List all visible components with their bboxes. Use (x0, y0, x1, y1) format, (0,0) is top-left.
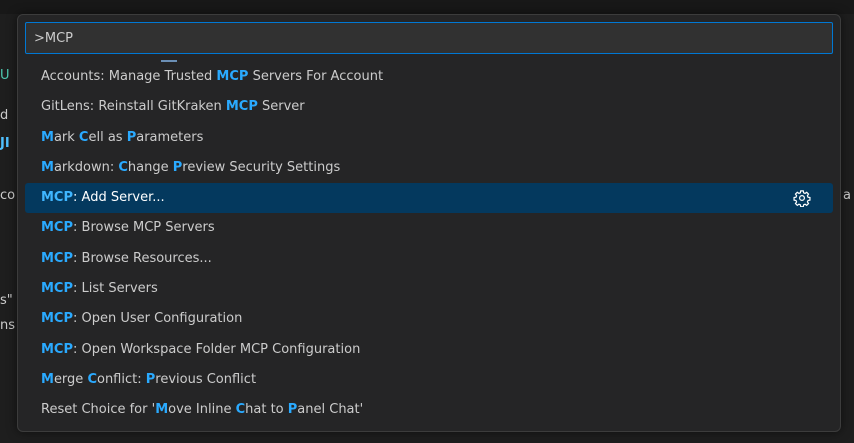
command-label: Accounts: Manage Trusted MCP Servers For… (41, 69, 383, 84)
editor-fragment: JI (0, 136, 10, 151)
match-highlight: P (126, 129, 137, 145)
label-text: review Security Settings (182, 159, 341, 175)
editor-fragment: s" (0, 293, 13, 308)
label-text: : Browse MCP Servers (73, 220, 215, 236)
label-text: anel Chat' (297, 402, 364, 418)
match-highlight: MCP (225, 99, 258, 115)
label-text: hange (127, 159, 173, 175)
label-text: Servers For Account (248, 69, 384, 84)
command-item[interactable]: GitLens: Reinstall GitKraken MCP Server (25, 92, 833, 122)
command-item[interactable]: MCP: Open Workspace Folder MCP Configura… (25, 335, 833, 365)
match-highlight: MCP (216, 69, 249, 84)
label-text: : List Servers (73, 281, 158, 297)
label-text: ell as (88, 129, 127, 145)
match-highlight: C (235, 402, 246, 418)
label-text: : Browse Resources... (73, 250, 212, 266)
label-text: : Open User Configuration (73, 311, 243, 327)
label-text: hat to (245, 402, 288, 418)
command-list: Accounts: Manage Trusted MCP Servers For… (25, 62, 833, 426)
command-item[interactable]: MCP: Browse MCP Servers (25, 213, 833, 243)
match-highlight: MCP (41, 220, 74, 236)
label-text: arkdown: (53, 159, 119, 175)
match-highlight: MCP (41, 250, 74, 266)
match-highlight: C (87, 371, 97, 387)
label-text: revious Conflict (155, 371, 257, 387)
match-highlight: M (41, 371, 54, 387)
command-item[interactable]: MCP: Add Server... (25, 183, 833, 214)
label-text: GitLens: Reinstall GitKraken (41, 99, 226, 115)
command-item[interactable]: Markdown: Change Preview Security Settin… (25, 153, 833, 183)
command-input[interactable] (26, 23, 832, 53)
command-item[interactable]: Merge Conflict: Previous Conflict (25, 365, 833, 395)
command-label: MCP: List Servers (41, 281, 158, 296)
command-label: MCP: Open Workspace Folder MCP Configura… (41, 342, 360, 357)
command-item[interactable]: MCP: List Servers (25, 274, 833, 304)
command-input-box[interactable] (25, 22, 833, 54)
label-text: Accounts: Manage Trusted (41, 69, 217, 84)
match-highlight: MCP (41, 311, 74, 327)
command-label: MCP: Browse Resources... (41, 251, 212, 266)
command-item[interactable]: MCP: Open User Configuration (25, 304, 833, 334)
match-highlight: MCP (41, 341, 74, 357)
command-label: GitLens: Reinstall GitKraken MCP Server (41, 99, 305, 114)
match-highlight: MCP (41, 190, 74, 206)
label-text: ove Inline (168, 402, 236, 418)
match-highlight: MCP (41, 281, 74, 297)
label-text: ark (53, 129, 79, 145)
label-text: Reset Choice for ' (41, 402, 156, 418)
command-item[interactable]: Mark Cell as Parameters (25, 123, 833, 153)
command-label: MCP: Browse MCP Servers (41, 220, 215, 235)
label-text: arameters (136, 129, 204, 145)
command-label: MCP: Add Server... (41, 190, 165, 205)
match-highlight: P (287, 402, 298, 418)
editor-fragment: U (0, 68, 10, 83)
match-highlight: C (118, 159, 128, 175)
match-highlight: P (145, 371, 156, 387)
command-palette: Accounts: Manage Trusted MCP Servers For… (17, 14, 841, 432)
match-highlight: M (155, 402, 169, 418)
editor-fragment: co (0, 188, 16, 203)
editor-fragment: d (0, 108, 9, 123)
command-item[interactable]: Accounts: Manage Trusted MCP Servers For… (25, 62, 833, 92)
command-label: Markdown: Change Preview Security Settin… (41, 160, 340, 175)
command-item[interactable]: Reset Choice for 'Move Inline Chat to Pa… (25, 395, 833, 425)
editor-fragment: a (843, 188, 851, 203)
match-highlight: M (41, 159, 54, 175)
editor-fragment: ns (0, 318, 16, 333)
command-label: MCP: Open User Configuration (41, 311, 242, 326)
label-text: : Open Workspace Folder MCP Configuratio… (73, 341, 361, 357)
command-label: Reset Choice for 'Move Inline Chat to Pa… (41, 402, 363, 417)
gear-icon[interactable] (793, 189, 811, 208)
label-text: Server (257, 99, 305, 115)
command-label: Merge Conflict: Previous Conflict (41, 372, 256, 387)
title-bar (0, 0, 854, 14)
match-highlight: M (41, 129, 54, 145)
command-label: Mark Cell as Parameters (41, 130, 203, 145)
label-text: erge (53, 371, 88, 387)
label-text: : Add Server... (73, 190, 165, 206)
label-text: onflict: (96, 371, 146, 387)
command-item[interactable]: MCP: Browse Resources... (25, 244, 833, 274)
match-highlight: P (172, 159, 183, 175)
